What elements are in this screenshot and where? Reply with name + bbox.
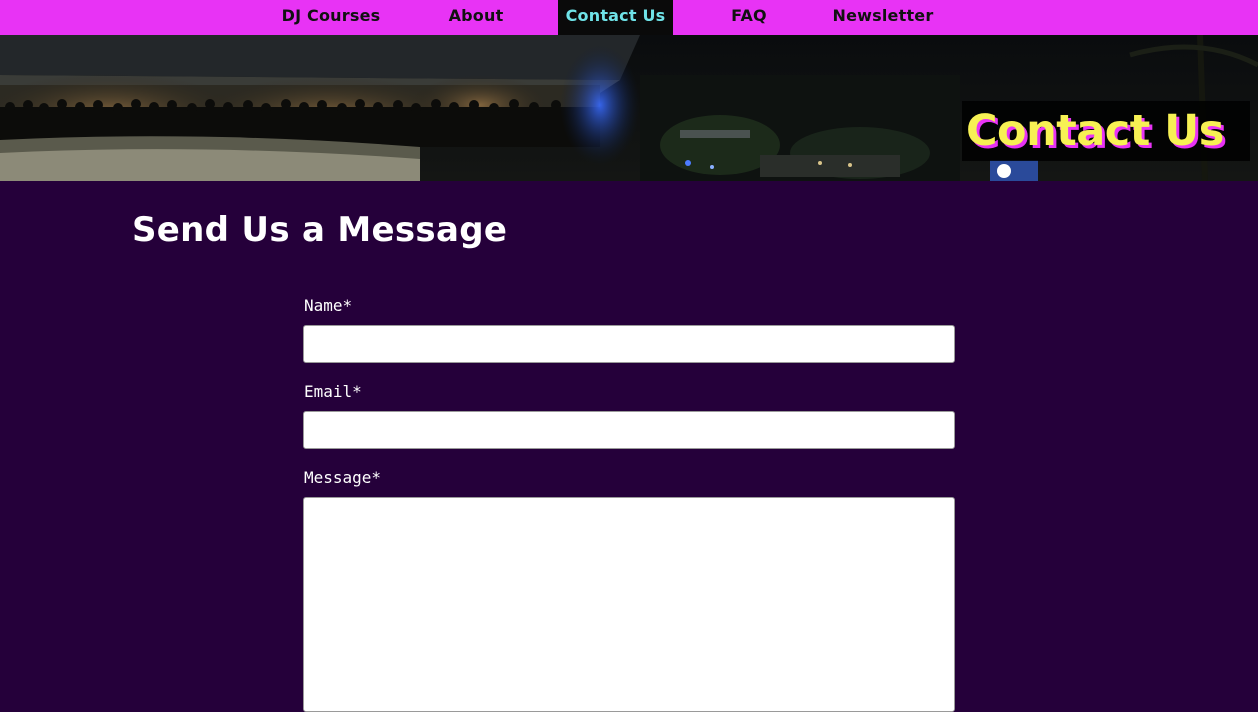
hero-title: Contact Us — [966, 106, 1224, 156]
hero-banner: Contact Us — [0, 35, 1258, 181]
email-field[interactable] — [303, 411, 955, 449]
form-heading: Send Us a Message — [132, 210, 508, 250]
email-label: Email* — [304, 382, 362, 401]
message-textarea[interactable] — [303, 497, 955, 712]
nav-item-newsletter[interactable]: Newsletter — [825, 0, 941, 35]
nav-item-contact-us[interactable]: Contact Us — [558, 0, 673, 35]
message-label: Message* — [304, 468, 382, 487]
nav-item-dj-courses[interactable]: DJ Courses — [270, 0, 392, 35]
nav-item-faq[interactable]: FAQ — [718, 0, 780, 35]
name-field[interactable] — [303, 325, 955, 363]
top-nav: DJ Courses About Contact Us FAQ Newslett… — [0, 0, 1258, 35]
nav-item-about[interactable]: About — [440, 0, 512, 35]
name-label: Name* — [304, 296, 353, 315]
